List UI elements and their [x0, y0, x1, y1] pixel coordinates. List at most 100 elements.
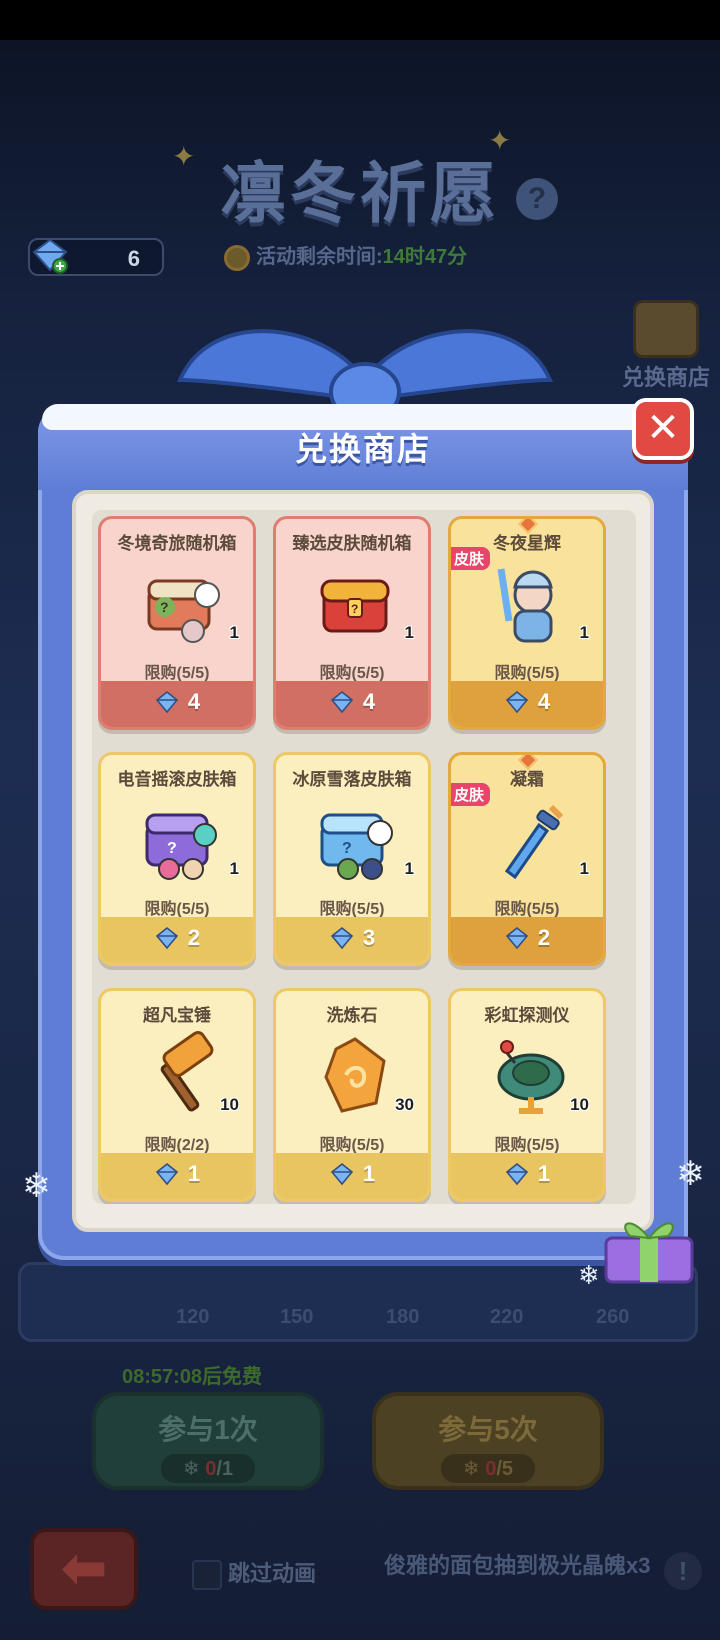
svg-text:?: ? — [160, 599, 169, 615]
svg-text:?: ? — [167, 840, 177, 857]
price-button[interactable]: 1 — [276, 1153, 428, 1199]
skip-label: 跳过动画 — [228, 1561, 317, 1586]
shop-icon — [633, 300, 699, 358]
shop-item-card[interactable]: 洗炼石 30 限购(5/5) 1 — [273, 988, 431, 1202]
frost-dagger-icon — [504, 804, 564, 880]
crystal-gem-icon — [32, 238, 68, 274]
question-icon[interactable]: ? — [516, 178, 558, 220]
item-quantity: 10 — [220, 1095, 239, 1114]
crystal-gem-icon — [155, 926, 179, 950]
ice-hero-icon — [497, 568, 553, 643]
join-once-label: 参与1次 — [158, 1414, 258, 1445]
exclamation-icon[interactable]: ! — [664, 1552, 702, 1590]
purchase-limit: 限购(2/2) — [144, 1137, 210, 1154]
price-value: 1 — [537, 1161, 551, 1186]
milestone-label: 220 — [490, 1306, 524, 1328]
milestone-label: 260 — [596, 1306, 630, 1328]
price-value: 4 — [362, 689, 376, 714]
shop-item-card[interactable]: 冰原雪落皮肤箱 ? 1 限购(5/5) 3 — [273, 752, 431, 966]
price-button[interactable]: 3 — [276, 917, 428, 963]
shop-item-card[interactable]: 冬夜星辉 皮肤 1 限购(5/5) 4 — [448, 516, 606, 730]
price-value: 2 — [187, 925, 201, 950]
crystal-gem-icon — [505, 1162, 529, 1186]
item-quantity: 30 — [395, 1095, 414, 1114]
exchange-shop-modal: 兑换商店 ✕ 冬境奇旅随机箱 ? 1 限购(5/5) 4 臻选皮肤随机箱 ? 1… — [38, 398, 694, 1268]
crystal-gem-icon — [155, 690, 179, 714]
price-button[interactable]: 1 — [101, 1153, 253, 1199]
price-button[interactable]: 2 — [101, 917, 253, 963]
modal-body: 冬境奇旅随机箱 ? 1 限购(5/5) 4 臻选皮肤随机箱 ? 1 限购(5/5… — [72, 490, 654, 1232]
clock-icon — [224, 244, 250, 271]
shop-item-card[interactable]: 凝霜 皮肤 1 限购(5/5) 2 — [448, 752, 606, 966]
shop-item-card[interactable]: 臻选皮肤随机箱 ? 1 限购(5/5) 4 — [273, 516, 431, 730]
gift-box-icon — [604, 1222, 694, 1284]
skip-animation-toggle[interactable]: 跳过动画 — [192, 1556, 317, 1591]
item-name: 超凡宝锤 — [143, 1006, 211, 1025]
price-button[interactable]: 2 — [451, 917, 603, 963]
item-quantity: 1 — [404, 623, 414, 642]
item-quantity: 10 — [570, 1095, 589, 1114]
crystal-gem-icon — [505, 690, 529, 714]
item-name: 电音摇滚皮肤箱 — [117, 770, 237, 789]
purchase-limit: 限购(5/5) — [144, 901, 210, 918]
purple-chest-icon: ? — [145, 813, 217, 880]
item-name: 洗炼石 — [326, 1006, 378, 1025]
svg-text:?: ? — [351, 602, 358, 616]
exchange-shop-entry[interactable]: 兑换商店 — [612, 300, 720, 392]
event-timer: 活动剩余时间:14时47分 — [224, 240, 467, 271]
join-once-cost: ❄ 0/1 — [160, 1454, 256, 1483]
purchase-limit: 限购(5/5) — [144, 665, 210, 682]
crystal-gem-icon — [155, 1162, 179, 1186]
rainbow-detector-icon — [497, 1040, 565, 1114]
shop-item-card[interactable]: 冬境奇旅随机箱 ? 1 限购(5/5) 4 — [98, 516, 256, 730]
snowflake-icon: ❄ — [578, 1260, 600, 1290]
price-button[interactable]: 4 — [276, 681, 428, 727]
close-icon[interactable]: ✕ — [632, 398, 694, 460]
purchase-limit: 限购(5/5) — [319, 1137, 385, 1154]
shop-item-card[interactable]: 电音摇滚皮肤箱 ? 1 限购(5/5) 2 — [98, 752, 256, 966]
join-once-button[interactable]: 参与1次 ❄ 0/1 — [92, 1392, 324, 1490]
currency-display[interactable]: 6 — [28, 238, 164, 276]
item-quantity: 1 — [404, 859, 414, 878]
item-name: 彩虹探测仪 — [484, 1006, 570, 1025]
price-button[interactable]: 4 — [451, 681, 603, 727]
purchase-limit: 限购(5/5) — [319, 901, 385, 918]
item-name: 冰原雪落皮肤箱 — [292, 770, 412, 789]
item-grid-scroll[interactable]: 冬境奇旅随机箱 ? 1 限购(5/5) 4 臻选皮肤随机箱 ? 1 限购(5/5… — [92, 510, 636, 1204]
random-chest-icon: ? — [147, 579, 220, 643]
event-title: 凛冬祈愿 — [220, 156, 500, 230]
checkbox-icon[interactable] — [192, 1560, 222, 1591]
svg-text:?: ? — [342, 840, 352, 857]
price-button[interactable]: 4 — [101, 681, 253, 727]
shop-item-card[interactable]: 超凡宝锤 10 限购(2/2) 1 — [98, 988, 256, 1202]
milestone-label: 180 — [386, 1306, 420, 1328]
broadcast-ticker: 俊雅的面包抽到极光晶魄x3 — [384, 1553, 651, 1578]
ice-chest-icon: ? — [320, 813, 393, 880]
price-value: 1 — [362, 1161, 376, 1186]
item-quantity: 1 — [229, 859, 239, 878]
sparkle-icon: ✦ — [172, 141, 196, 172]
shop-item-card[interactable]: 彩虹探测仪 10 限购(5/5) 1 — [448, 988, 606, 1202]
snowflake-icon: ❄ — [676, 1155, 705, 1193]
crystal-gem-icon — [330, 690, 354, 714]
skin-badge: 皮肤 — [451, 547, 491, 570]
join-five-label: 参与5次 — [438, 1414, 538, 1445]
back-arrow-icon[interactable]: ⬅ — [30, 1528, 138, 1610]
price-value: 4 — [187, 689, 201, 714]
milestone-label: 120 — [176, 1306, 210, 1328]
purchase-limit: 限购(5/5) — [494, 1137, 560, 1154]
timer-value: 14时47分 — [382, 246, 468, 268]
crystal-gem-icon — [505, 926, 529, 950]
price-value: 4 — [537, 689, 551, 714]
item-quantity: 1 — [229, 623, 239, 642]
purchase-limit: 限购(5/5) — [494, 665, 560, 682]
item-name: 冬境奇旅随机箱 — [117, 534, 237, 553]
currency-value: 6 — [127, 246, 140, 271]
timer-label: 活动剩余时间: — [256, 246, 383, 268]
join-five-button[interactable]: 参与5次 ❄ 0/5 — [372, 1392, 604, 1490]
free-countdown: 08:57:08后免费 — [122, 1366, 263, 1388]
hammer-icon — [160, 1031, 214, 1112]
price-button[interactable]: 1 — [451, 1153, 603, 1199]
price-value: 2 — [537, 925, 551, 950]
modal-title: 兑换商店 — [294, 431, 431, 467]
